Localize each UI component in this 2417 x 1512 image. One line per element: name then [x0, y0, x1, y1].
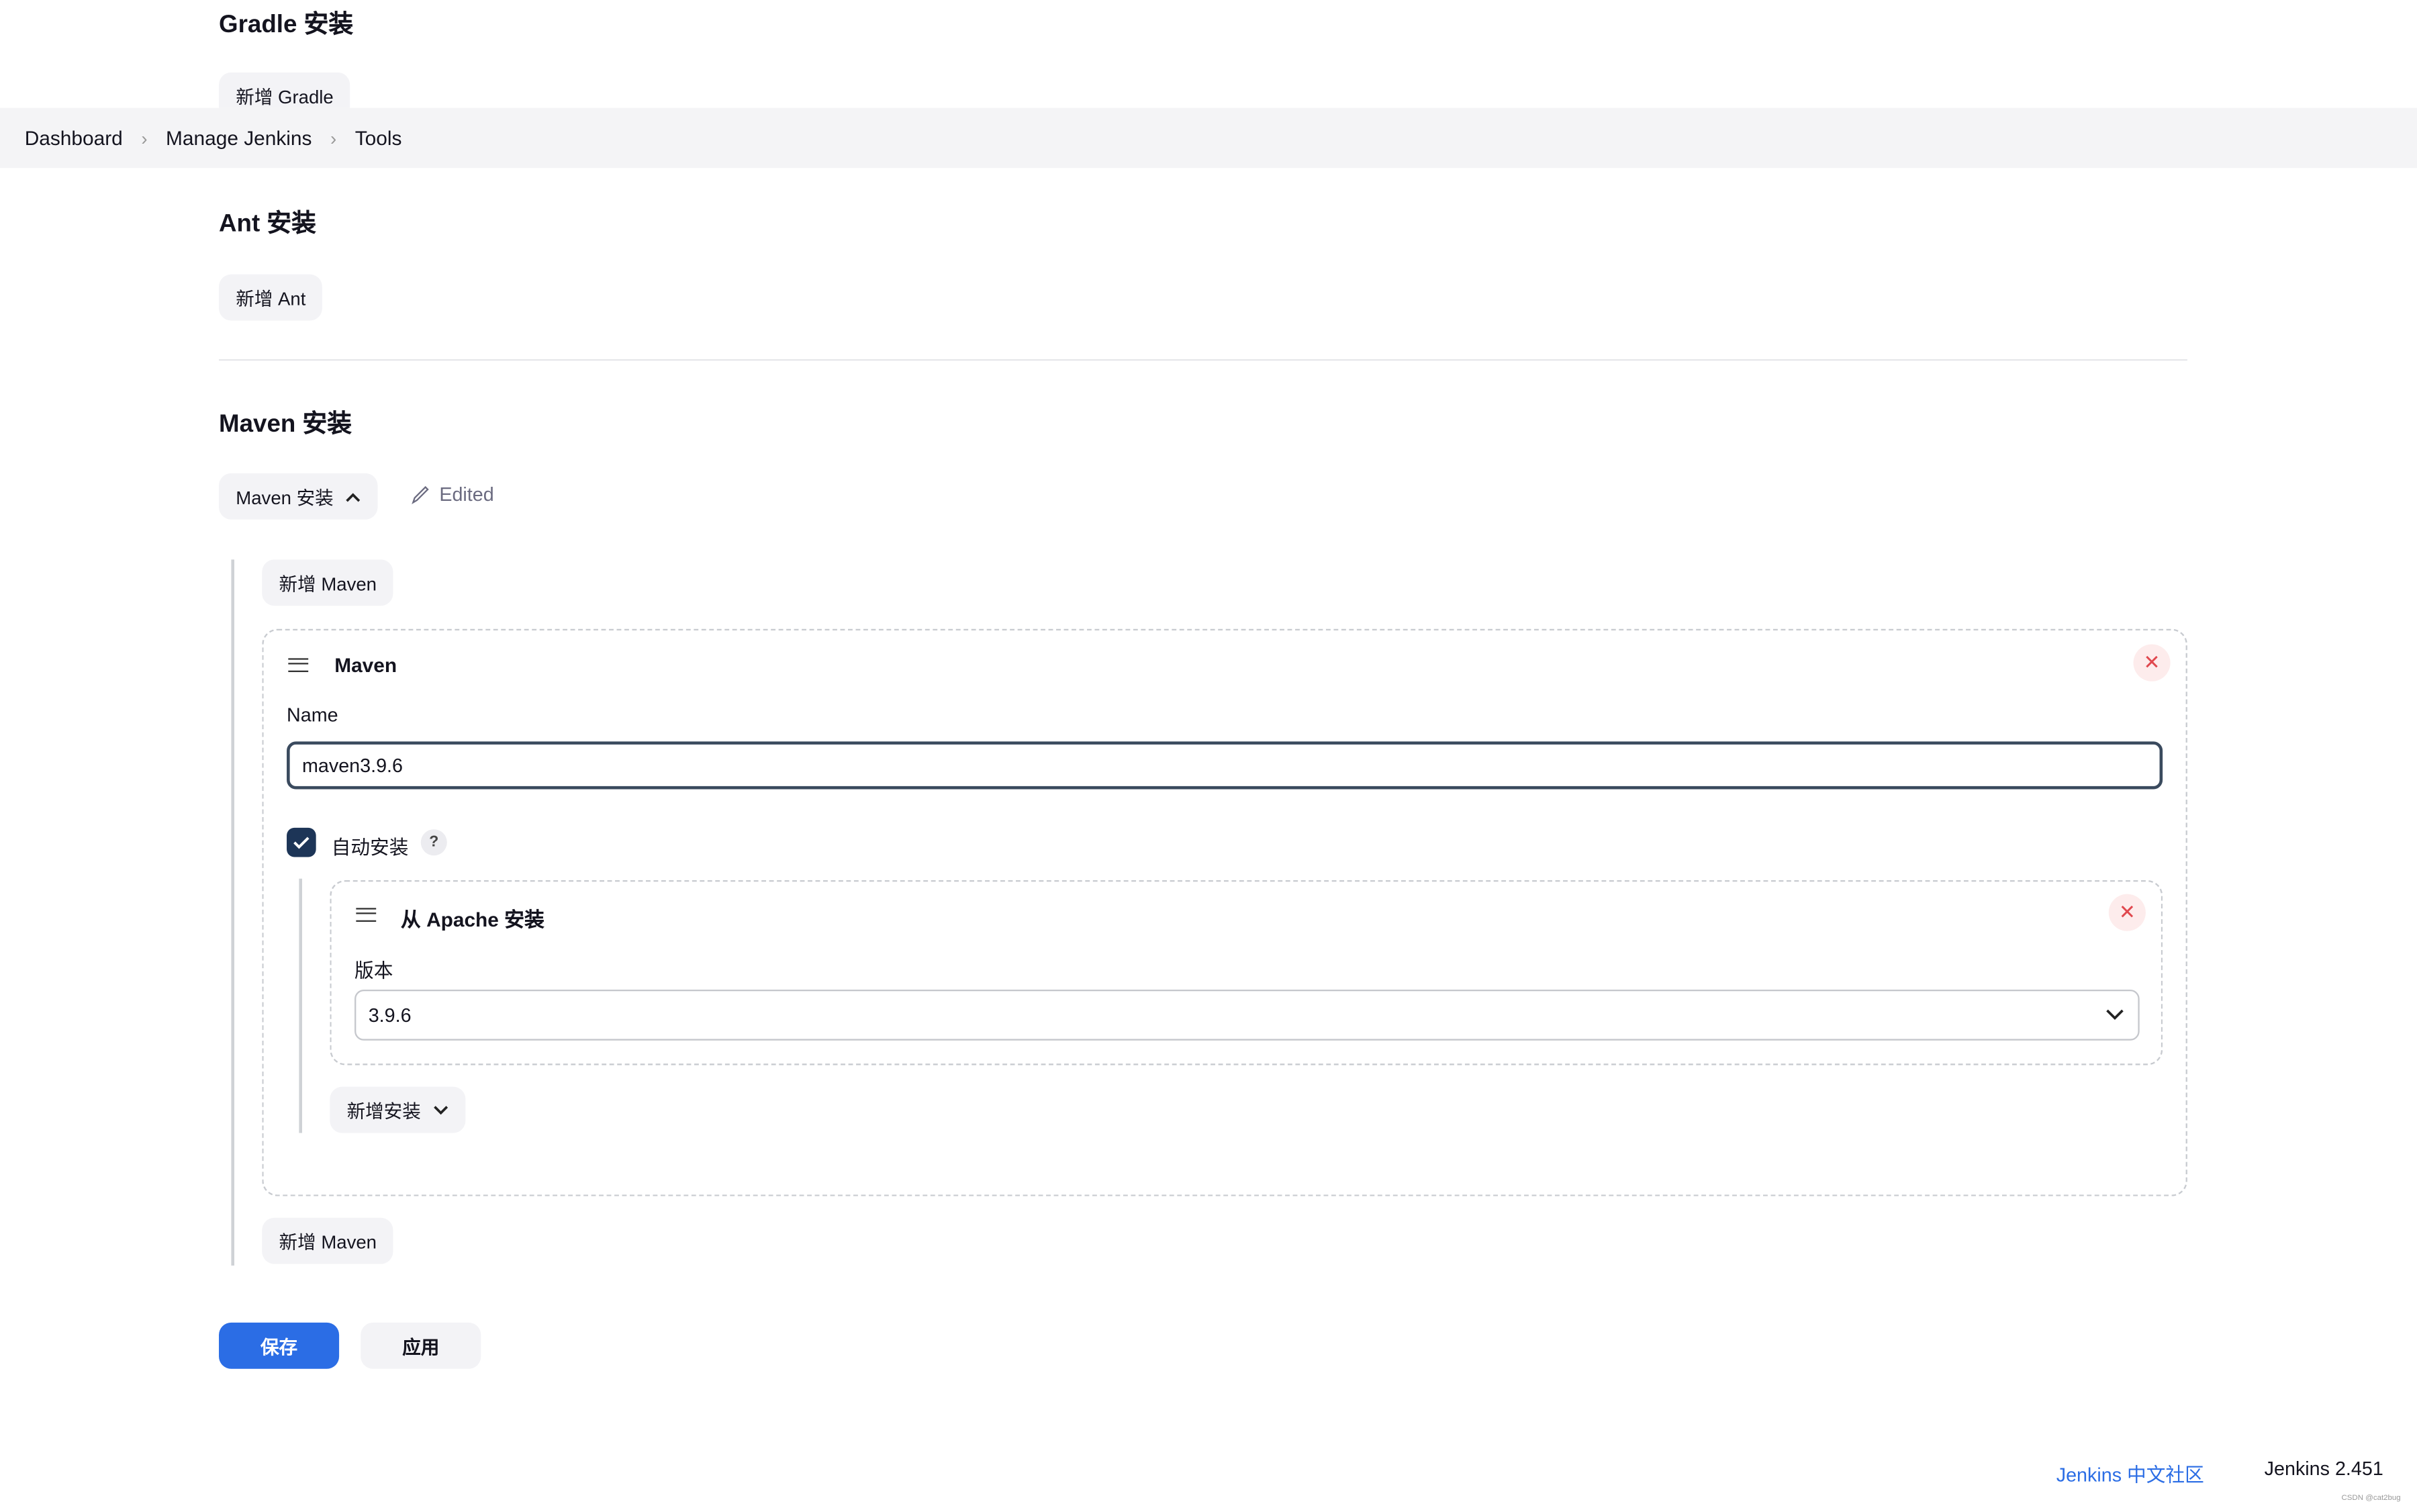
divider: [219, 359, 2187, 361]
add-installer-label: 新增安装: [346, 1100, 421, 1122]
watermark: CSDN @cat2bug: [2341, 1493, 2401, 1503]
version-select[interactable]: 3.9.6: [354, 989, 2140, 1041]
installer-indent-line: [299, 878, 302, 1133]
add-ant-button[interactable]: 新增 Ant: [219, 274, 323, 321]
maven-toggle-button[interactable]: Maven 安装: [219, 473, 379, 520]
gradle-section-title: Gradle 安装: [219, 12, 354, 39]
page: Gradle 安装 新增 Gradle Dashboard › Manage J…: [0, 0, 2417, 1512]
breadcrumb-manage-jenkins[interactable]: Manage Jenkins: [166, 126, 312, 149]
delete-maven-icon[interactable]: ✕: [2133, 644, 2171, 681]
ant-section-title: Ant 安装: [219, 211, 316, 238]
name-label: Name: [287, 704, 338, 726]
drag-handle-icon[interactable]: [288, 658, 309, 673]
breadcrumb: Dashboard › Manage Jenkins › Tools: [0, 107, 2417, 169]
breadcrumb-dashboard[interactable]: Dashboard: [25, 126, 123, 149]
delete-installer-icon[interactable]: ✕: [2108, 894, 2146, 931]
version-value: 3.9.6: [368, 1004, 412, 1026]
pencil-icon: [412, 485, 429, 505]
edited-label: Edited: [439, 483, 494, 506]
chevron-down-icon: [2106, 1009, 2124, 1021]
add-installer-button[interactable]: 新增安装: [330, 1086, 466, 1133]
save-button[interactable]: 保存: [219, 1322, 340, 1369]
breadcrumb-tools[interactable]: Tools: [355, 126, 402, 149]
chevron-down-icon: [434, 1105, 448, 1115]
community-link[interactable]: Jenkins 中文社区: [2056, 1458, 2204, 1488]
apply-button[interactable]: 应用: [361, 1322, 481, 1369]
chevron-up-icon: [346, 492, 361, 502]
auto-install-label[interactable]: 自动安装: [332, 831, 409, 860]
maven-toggle-label: Maven 安装: [236, 486, 334, 508]
check-icon: [293, 837, 310, 849]
auto-install-checkbox[interactable]: [287, 827, 316, 857]
section-indent-line: [231, 559, 234, 1266]
add-maven-button-bottom[interactable]: 新增 Maven: [262, 1217, 394, 1264]
help-icon[interactable]: ?: [420, 829, 447, 856]
add-maven-button-top[interactable]: 新增 Maven: [262, 559, 394, 606]
jenkins-version[interactable]: Jenkins 2.451: [2265, 1458, 2383, 1480]
name-input[interactable]: maven3.9.6: [287, 741, 2163, 790]
drag-handle-icon[interactable]: [356, 908, 377, 922]
chevron-right-icon: ›: [141, 127, 148, 149]
version-label: 版本: [354, 960, 393, 982]
edited-indicator: Edited: [410, 484, 494, 506]
maven-installation-header: Maven: [334, 653, 397, 677]
maven-section-title: Maven 安装: [219, 412, 352, 438]
installer-header: 从 Apache 安装: [400, 908, 544, 931]
chevron-right-icon: ›: [330, 127, 337, 149]
